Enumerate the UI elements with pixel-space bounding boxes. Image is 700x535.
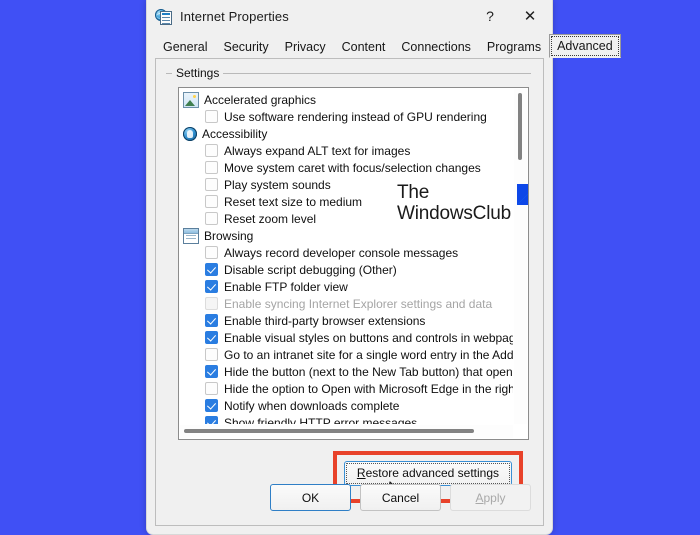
tab-content[interactable]: Content: [334, 36, 394, 59]
tab-privacy[interactable]: Privacy: [277, 36, 334, 59]
checkbox[interactable]: [205, 178, 218, 191]
settings-item-label: Show friendly HTTP error messages: [224, 415, 418, 425]
tab-connections[interactable]: Connections: [393, 36, 479, 59]
advanced-tab-panel: Settings Accelerated graphics Use softwar…: [155, 58, 544, 526]
accessibility-icon: [183, 126, 197, 141]
picture-icon: [183, 91, 199, 108]
settings-checkbox-row[interactable]: Show friendly HTTP error messages: [183, 414, 513, 424]
tab-general[interactable]: General: [155, 36, 215, 59]
settings-checkbox-row[interactable]: Enable FTP folder view: [183, 278, 513, 295]
settings-checkbox-row[interactable]: Enable visual styles on buttons and cont…: [183, 329, 513, 346]
internet-properties-dialog: Internet Properties ? ✕ General Security P…: [146, 0, 621, 535]
horizontal-scrollbar-thumb[interactable]: [184, 429, 474, 433]
checkbox[interactable]: [205, 382, 218, 395]
checkbox[interactable]: [205, 416, 218, 424]
settings-checkbox-row[interactable]: Play system sounds: [183, 176, 513, 193]
settings-checkbox-row[interactable]: Reset text size to medium: [183, 193, 513, 210]
settings-item-label: Reset zoom level: [224, 211, 317, 226]
window-controls: ? ✕: [470, 0, 550, 32]
settings-checkbox-row[interactable]: Notify when downloads complete: [183, 397, 513, 414]
settings-item-label: Enable third-party browser extensions: [224, 313, 426, 328]
settings-checkbox-row[interactable]: Always record developer console messages: [183, 244, 513, 261]
settings-checkbox-row[interactable]: Enable third-party browser extensions: [183, 312, 513, 329]
dialog-button-bar: OK Cancel Apply: [156, 484, 531, 511]
tab-security[interactable]: Security: [215, 36, 276, 59]
settings-checkbox-row[interactable]: Hide the button (next to the New Tab but…: [183, 363, 513, 380]
checkbox[interactable]: [205, 314, 218, 327]
settings-item-label: Play system sounds: [224, 177, 331, 192]
settings-checkbox-row[interactable]: Go to an intranet site for a single word…: [183, 346, 513, 363]
checkbox[interactable]: [205, 365, 218, 378]
settings-item-label: Disable script debugging (Other): [224, 262, 397, 277]
vertical-scrollbar-thumb[interactable]: [518, 93, 522, 160]
checkbox[interactable]: [205, 331, 218, 344]
settings-checkbox-row[interactable]: Use software rendering instead of GPU re…: [183, 108, 513, 125]
checkbox[interactable]: [205, 161, 218, 174]
close-icon[interactable]: ✕: [510, 1, 550, 31]
settings-checkbox-row[interactable]: Disable script debugging (Other): [183, 261, 513, 278]
apply-accel-letter: A: [475, 490, 484, 505]
settings-list[interactable]: Accelerated graphics Use software renderi…: [178, 87, 529, 440]
restore-accel-letter: R: [356, 466, 366, 480]
settings-horizontal-scrollbar[interactable]: [180, 425, 513, 438]
settings-item-label: Hide the button (next to the New Tab but…: [224, 364, 513, 379]
settings-item-label: Accessibility: [202, 126, 268, 141]
settings-checkbox-row[interactable]: Hide the option to Open with Microsoft E…: [183, 380, 513, 397]
settings-list-viewport: Accelerated graphics Use software renderi…: [179, 88, 513, 424]
settings-item-label: Go to an intranet site for a single word…: [224, 347, 513, 362]
window-title: Internet Properties: [180, 8, 289, 24]
checkbox[interactable]: [205, 399, 218, 412]
checkbox[interactable]: [205, 280, 218, 293]
restore-advanced-settings-button[interactable]: Restore advanced settings: [343, 461, 512, 486]
settings-category: Accelerated graphics: [183, 91, 513, 108]
settings-item-label: Always expand ALT text for images: [224, 143, 411, 158]
settings-item-label: Enable visual styles on buttons and cont…: [224, 330, 513, 345]
settings-item-label: Reset text size to medium: [224, 194, 363, 209]
ok-button[interactable]: OK: [270, 484, 351, 511]
settings-group-label: Settings: [172, 66, 224, 80]
settings-item-label: Notify when downloads complete: [224, 398, 400, 413]
help-icon[interactable]: ?: [470, 1, 510, 31]
internet-properties-icon: [155, 8, 172, 25]
checkbox[interactable]: [205, 144, 218, 157]
settings-checkbox-row[interactable]: Move system caret with focus/selection c…: [183, 159, 513, 176]
settings-list-items: Accelerated graphics Use software renderi…: [179, 88, 513, 424]
checkbox[interactable]: [205, 263, 218, 276]
settings-item-label: Hide the option to Open with Microsoft E…: [224, 381, 513, 396]
cancel-button[interactable]: Cancel: [360, 484, 441, 511]
settings-item-label: Move system caret with focus/selection c…: [224, 160, 481, 175]
apply-button: Apply: [450, 484, 531, 511]
settings-item-label: Enable syncing Internet Explorer setting…: [224, 296, 493, 311]
settings-category: Browsing: [183, 227, 513, 244]
settings-group-box: Settings Accelerated graphics Use softwar…: [166, 66, 531, 440]
tab-bar: General Security Privacy Content Connections…: [147, 32, 621, 59]
checkbox: [205, 297, 218, 310]
settings-vertical-scrollbar[interactable]: [514, 89, 527, 424]
settings-category: Accessibility: [183, 125, 513, 142]
settings-item-label: Use software rendering instead of GPU re…: [224, 109, 487, 124]
settings-item-label: Browsing: [204, 228, 254, 243]
restore-label-rest: estore advanced settings: [365, 466, 499, 480]
browsing-icon: [183, 227, 199, 244]
checkbox[interactable]: [205, 348, 218, 361]
checkbox[interactable]: [205, 246, 218, 259]
apply-label-rest: pply: [483, 490, 506, 505]
settings-item-label: Enable FTP folder view: [224, 279, 348, 294]
checkbox[interactable]: [205, 195, 218, 208]
settings-checkbox-row[interactable]: Always expand ALT text for images: [183, 142, 513, 159]
checkbox[interactable]: [205, 110, 218, 123]
checkbox[interactable]: [205, 212, 218, 225]
settings-checkbox-row[interactable]: Reset zoom level: [183, 210, 513, 227]
settings-checkbox-row: Enable syncing Internet Explorer setting…: [183, 295, 513, 312]
tab-advanced[interactable]: Advanced: [549, 34, 621, 58]
settings-item-label: Accelerated graphics: [204, 92, 317, 107]
tab-programs[interactable]: Programs: [479, 36, 549, 59]
settings-item-label: Always record developer console messages: [224, 245, 459, 260]
title-bar: Internet Properties ? ✕: [147, 0, 552, 32]
